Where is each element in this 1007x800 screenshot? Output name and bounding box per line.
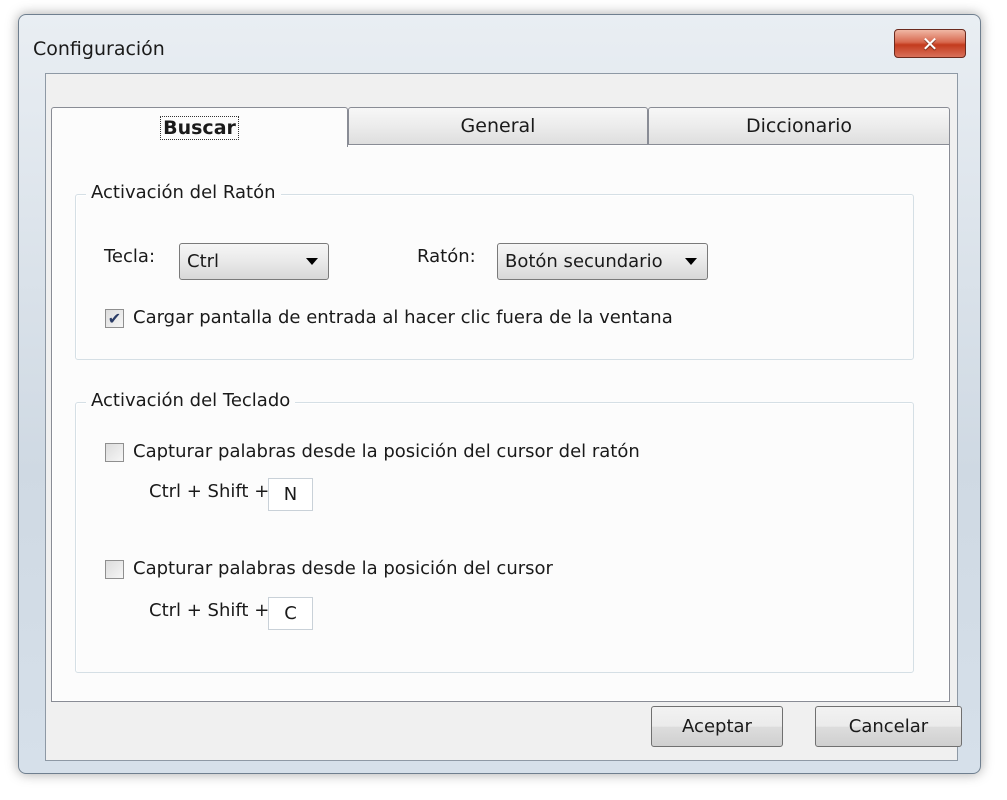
dialog-client-area: Buscar General Diccionario Activación de…	[45, 73, 962, 761]
tab-general[interactable]: General	[348, 107, 648, 145]
keyboard-activation-legend: Activación del Teclado	[86, 390, 296, 411]
mouse-button-select[interactable]: Botón secundario	[497, 243, 708, 280]
close-button[interactable]: ✕	[894, 29, 966, 58]
shortcut-prefix-mouse: Ctrl + Shift +	[149, 481, 270, 502]
checkmark-icon: ✔	[107, 308, 122, 328]
tab-buscar[interactable]: Buscar	[51, 107, 348, 147]
shortcut-key-mouse-input[interactable]: N	[268, 478, 313, 511]
mouse-activation-group: Activación del Ratón Tecla: Ctrl Ratón: …	[75, 182, 914, 360]
ok-button[interactable]: Aceptar	[651, 706, 783, 747]
window-title: Configuración	[33, 38, 165, 60]
chevron-down-icon	[306, 258, 318, 265]
capture-cursor-checkbox[interactable]	[105, 560, 124, 579]
load-screen-checkbox[interactable]: ✔	[105, 309, 124, 328]
tab-diccionario-label: Diccionario	[745, 115, 853, 137]
key-select-value: Ctrl	[187, 251, 220, 272]
chevron-down-icon	[685, 258, 697, 265]
tab-buscar-label: Buscar	[160, 115, 239, 140]
key-label: Tecla:	[104, 246, 156, 267]
settings-dialog: Configuración ✕ Buscar General Diccionar…	[18, 14, 981, 774]
close-icon: ✕	[921, 31, 939, 56]
key-select[interactable]: Ctrl	[179, 243, 329, 280]
tab-diccionario[interactable]: Diccionario	[648, 107, 950, 145]
capture-cursor-label[interactable]: Capturar palabras desde la posición del …	[133, 558, 553, 579]
mouse-label: Ratón:	[417, 246, 476, 267]
cancel-button[interactable]: Cancelar	[815, 706, 962, 747]
shortcut-prefix-cursor: Ctrl + Shift +	[149, 600, 270, 621]
mouse-button-select-value: Botón secundario	[505, 251, 663, 272]
shortcut-key-cursor-input[interactable]: C	[268, 597, 313, 630]
mouse-activation-legend: Activación del Ratón	[86, 182, 281, 203]
capture-mouse-cursor-label[interactable]: Capturar palabras desde la posición del …	[133, 441, 640, 462]
load-screen-label[interactable]: Cargar pantalla de entrada al hacer clic…	[133, 307, 673, 328]
tab-general-label: General	[460, 115, 536, 137]
capture-mouse-cursor-checkbox[interactable]	[105, 443, 124, 462]
keyboard-activation-group: Activación del Teclado Capturar palabras…	[75, 390, 914, 673]
